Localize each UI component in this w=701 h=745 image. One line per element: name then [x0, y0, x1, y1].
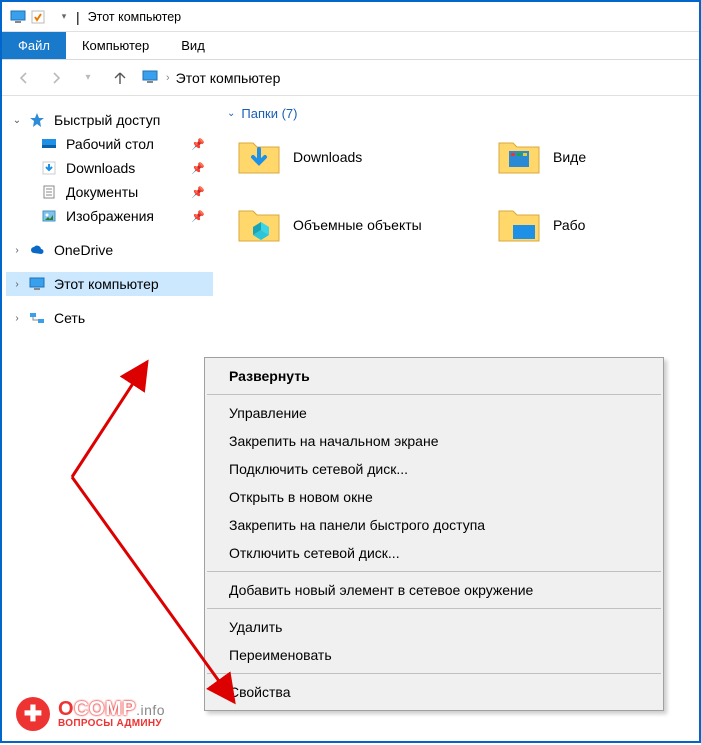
folder-3d-icon: [235, 201, 283, 249]
tree-label: Изображения: [66, 208, 154, 224]
tree-documents[interactable]: Документы 📌: [6, 180, 213, 204]
tree-label: Этот компьютер: [54, 276, 159, 292]
menu-map-drive[interactable]: Подключить сетевой диск...: [205, 455, 663, 483]
tree-label: Сеть: [54, 310, 85, 326]
menu-properties[interactable]: Свойства: [205, 678, 663, 706]
tree-label: Документы: [66, 184, 138, 200]
pin-icon: 📌: [191, 186, 205, 199]
menu-pin-quick[interactable]: Закрепить на панели быстрого доступа: [205, 511, 663, 539]
folder-desktop[interactable]: Рабо: [495, 201, 595, 249]
menu-delete[interactable]: Удалить: [205, 613, 663, 641]
tree-desktop[interactable]: Рабочий стол 📌: [6, 132, 213, 156]
menu-add-network-loc[interactable]: Добавить новый элемент в сетевое окружен…: [205, 576, 663, 604]
tree-quick-access[interactable]: ⌄ Быстрый доступ: [6, 108, 213, 132]
tree-network[interactable]: › Сеть: [6, 306, 213, 330]
folder-videos[interactable]: Виде: [495, 133, 595, 181]
nav-recent-dropdown[interactable]: ▾: [74, 64, 102, 92]
network-icon: [28, 309, 46, 327]
chevron-right-icon[interactable]: ›: [10, 245, 24, 256]
watermark-tagline: ВОПРОСЫ АДМИНУ: [58, 719, 165, 729]
menu-separator: [207, 571, 661, 572]
tree-pictures[interactable]: Изображения 📌: [6, 204, 213, 228]
chevron-right-icon[interactable]: ›: [10, 279, 24, 290]
watermark-brand-rest: COMP: [74, 698, 136, 720]
folder-label: Виде: [553, 149, 586, 165]
pin-icon: 📌: [191, 162, 205, 175]
cloud-icon: [28, 241, 46, 259]
folder-download-icon: [235, 133, 283, 181]
tree-onedrive[interactable]: › OneDrive: [6, 238, 213, 262]
folders-grid: Downloads Виде Объемные объекты Рабо: [223, 133, 693, 249]
desktop-icon: [40, 135, 58, 153]
folder-label: Объемные объекты: [293, 217, 422, 233]
menu-expand[interactable]: Развернуть: [205, 362, 663, 390]
nav-back-button[interactable]: [10, 64, 38, 92]
menu-manage[interactable]: Управление: [205, 399, 663, 427]
tree-label: Рабочий стол: [66, 136, 154, 152]
download-icon: [40, 159, 58, 177]
folder-label: Рабо: [553, 217, 585, 233]
chevron-down-icon[interactable]: ⌄: [10, 115, 24, 126]
qat-dropdown-icon[interactable]: ▾: [56, 9, 72, 25]
watermark-brand-suffix: .info: [136, 702, 165, 718]
document-icon: [40, 183, 58, 201]
breadcrumb-sep: ›: [166, 72, 170, 84]
folder-label: Downloads: [293, 149, 362, 165]
tab-computer[interactable]: Компьютер: [66, 32, 165, 59]
window-title: Этот компьютер: [88, 10, 181, 24]
ribbon-tabs: Файл Компьютер Вид: [2, 32, 699, 60]
watermark-brand-o: O: [58, 698, 74, 720]
title-separator: |: [76, 9, 80, 25]
group-header-label: Папки (7): [241, 106, 297, 121]
watermark-badge-icon: ✚: [16, 697, 50, 731]
pin-icon: 📌: [191, 138, 205, 151]
menu-rename[interactable]: Переименовать: [205, 641, 663, 669]
chevron-right-icon[interactable]: ›: [10, 313, 24, 324]
pin-icon: 📌: [191, 210, 205, 223]
folder-desktop-icon: [495, 201, 543, 249]
menu-disconnect-drive[interactable]: Отключить сетевой диск...: [205, 539, 663, 567]
tree-downloads[interactable]: Downloads 📌: [6, 156, 213, 180]
menu-separator: [207, 673, 661, 674]
app-icon: [10, 9, 26, 25]
chevron-down-icon: ⌄: [227, 108, 235, 119]
nav-up-button[interactable]: [106, 64, 134, 92]
tree-label: Быстрый доступ: [54, 112, 160, 128]
menu-separator: [207, 394, 661, 395]
breadcrumb[interactable]: › Этот компьютер: [142, 69, 280, 87]
navigation-tree: ⌄ Быстрый доступ Рабочий стол 📌 Download…: [2, 96, 217, 741]
star-icon: [28, 111, 46, 129]
nav-bar: ▾ › Этот компьютер: [2, 60, 699, 96]
context-menu: Развернуть Управление Закрепить на начал…: [204, 357, 664, 711]
tree-this-pc[interactable]: › Этот компьютер: [6, 272, 213, 296]
folders-group-header[interactable]: ⌄ Папки (7): [223, 106, 693, 121]
folder-downloads[interactable]: Downloads: [235, 133, 455, 181]
title-bar: ▾ | Этот компьютер: [2, 2, 699, 32]
folder-videos-icon: [495, 133, 543, 181]
menu-pin-start[interactable]: Закрепить на начальном экране: [205, 427, 663, 455]
menu-new-window[interactable]: Открыть в новом окне: [205, 483, 663, 511]
breadcrumb-pc-icon: [142, 69, 160, 87]
tab-file[interactable]: Файл: [2, 32, 66, 59]
breadcrumb-root[interactable]: Этот компьютер: [176, 70, 281, 86]
pictures-icon: [40, 207, 58, 225]
tree-label: Downloads: [66, 160, 135, 176]
tree-label: OneDrive: [54, 242, 113, 258]
folder-3dobjects[interactable]: Объемные объекты: [235, 201, 455, 249]
menu-separator: [207, 608, 661, 609]
watermark: ✚ OCOMP.info ВОПРОСЫ АДМИНУ: [16, 697, 165, 731]
computer-icon: [28, 275, 46, 293]
nav-forward-button[interactable]: [42, 64, 70, 92]
tab-view[interactable]: Вид: [165, 32, 221, 59]
qat-properties-icon[interactable]: [30, 9, 46, 25]
